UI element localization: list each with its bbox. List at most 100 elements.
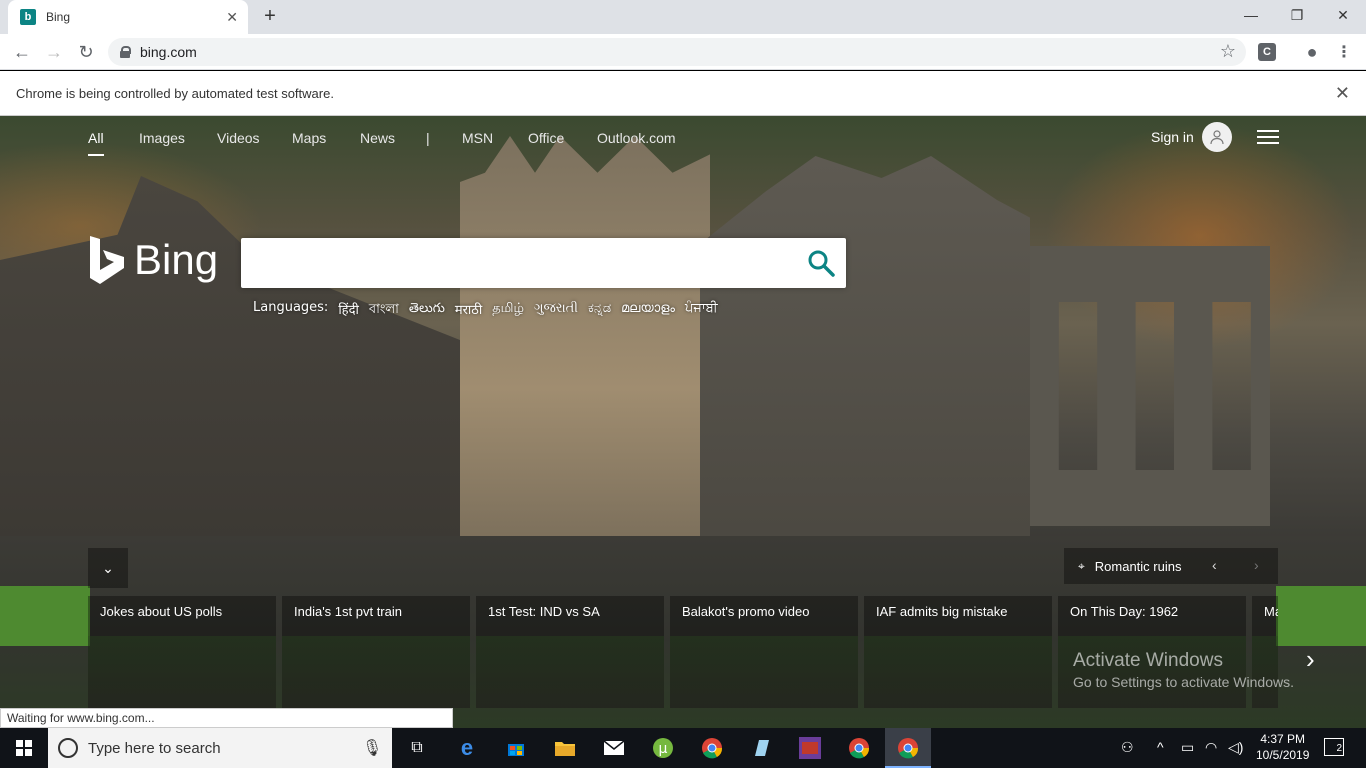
chrome-icon[interactable]: [698, 734, 726, 762]
edge-icon[interactable]: e: [453, 734, 481, 762]
nav-divider: |: [426, 130, 430, 146]
language-link[interactable]: தமிழ்: [492, 300, 524, 321]
restore-button[interactable]: ❐: [1274, 0, 1320, 30]
new-tab-button[interactable]: +: [260, 6, 280, 27]
task-view-icon[interactable]: ⧉: [403, 734, 431, 762]
news-card[interactable]: Balakot's promo video: [670, 596, 858, 708]
bing-b-icon: [90, 236, 124, 284]
volume-icon[interactable]: ◁): [1228, 739, 1243, 756]
notepad-app-icon[interactable]: [747, 734, 775, 762]
hamburger-menu-icon[interactable]: [1257, 130, 1279, 146]
chevron-down-icon: ⌄: [102, 559, 114, 576]
nav-msn[interactable]: MSN: [462, 130, 493, 146]
languages-bar: Languages: हिंदी বাংলা తెలుగు मराठी தமிழ…: [253, 300, 718, 321]
active-chrome-button[interactable]: [885, 728, 931, 768]
nav-maps[interactable]: Maps: [292, 130, 326, 146]
news-card[interactable]: India's 1st pvt train: [282, 596, 470, 708]
taskbar-search[interactable]: Type here to search 🎙: [48, 728, 392, 768]
automation-infobar: Chrome is being controlled by automated …: [0, 71, 1366, 116]
news-card-title: 1st Test: IND vs SA: [488, 604, 600, 619]
bing-top-nav: All Images Videos Maps News | MSN Office…: [0, 116, 1366, 160]
sign-in-link[interactable]: Sign in: [1151, 129, 1194, 145]
nav-images[interactable]: Images: [139, 130, 185, 146]
bookmark-star-icon[interactable]: ☆: [1220, 41, 1236, 62]
app-tile-icon[interactable]: [796, 734, 824, 762]
next-image-icon[interactable]: ›: [1254, 557, 1259, 573]
language-link[interactable]: ਪੰਜਾਬੀ: [685, 300, 718, 321]
battery-icon[interactable]: ▭: [1181, 739, 1194, 756]
nav-news[interactable]: News: [360, 130, 395, 146]
store-icon[interactable]: [502, 734, 530, 762]
news-card-title: Ma: [1264, 604, 1278, 619]
languages-label: Languages:: [253, 300, 329, 315]
chrome-icon-2[interactable]: [845, 734, 873, 762]
language-link[interactable]: हिंदी: [338, 300, 359, 321]
action-center-icon[interactable]: 2: [1324, 738, 1344, 756]
news-card-title: Jokes about US polls: [100, 604, 223, 619]
back-button[interactable]: ←: [11, 41, 33, 63]
minimize-button[interactable]: —: [1228, 0, 1274, 30]
people-icon[interactable]: ⚇: [1121, 739, 1134, 756]
lock-icon: [120, 46, 131, 58]
bing-homepage: All Images Videos Maps News | MSN Office…: [0, 116, 1366, 728]
language-link[interactable]: മലയാളം: [621, 300, 675, 321]
news-card-title: On This Day: 1962: [1070, 604, 1179, 619]
svg-text:µ: µ: [659, 741, 668, 757]
watermark-subtitle: Go to Settings to activate Windows.: [1073, 674, 1294, 690]
search-input[interactable]: [251, 248, 791, 278]
menu-kebab-icon[interactable]: ⋮: [1335, 43, 1353, 61]
news-card-title: IAF admits big mistake: [876, 604, 1008, 619]
news-card-title: India's 1st pvt train: [294, 604, 402, 619]
search-icon: [808, 250, 835, 277]
clock-date: 10/5/2019: [1256, 748, 1310, 762]
nav-videos[interactable]: Videos: [217, 130, 260, 146]
microphone-icon[interactable]: 🎙: [362, 738, 382, 758]
forward-button[interactable]: →: [43, 41, 65, 63]
previous-image-icon[interactable]: ‹: [1212, 557, 1217, 573]
language-link[interactable]: ಕನ್ನಡ: [588, 300, 611, 321]
tab-strip: b Bing ✕ + — ❐ ✕: [0, 0, 1366, 34]
reload-button[interactable]: ↻: [75, 41, 97, 63]
image-caption: Romantic ruins: [1094, 558, 1182, 574]
browser-toolbar: ← → ↻ bing.com ☆ C ● ⋮: [0, 34, 1366, 70]
user-avatar-icon[interactable]: [1202, 122, 1232, 152]
extension-icon[interactable]: C: [1258, 43, 1276, 61]
taskbar-search-placeholder: Type here to search: [88, 739, 221, 757]
chrome-active-icon: [898, 738, 919, 759]
chevron-up-icon[interactable]: ^: [1157, 739, 1164, 755]
tab-title: Bing: [46, 10, 71, 24]
infobar-close-icon[interactable]: ✕: [1335, 83, 1350, 104]
language-link[interactable]: తెలుగు: [409, 300, 445, 321]
news-next-arrow-icon[interactable]: ›: [1306, 644, 1336, 674]
news-card[interactable]: Jokes about US polls: [88, 596, 276, 708]
collapse-news-button[interactable]: ⌄: [88, 548, 128, 588]
close-window-button[interactable]: ✕: [1320, 0, 1366, 30]
news-card[interactable]: IAF admits big mistake: [864, 596, 1052, 708]
location-pin-icon: ⌖: [1078, 558, 1085, 573]
news-card[interactable]: 1st Test: IND vs SA: [476, 596, 664, 708]
language-link[interactable]: বাংলা: [369, 300, 399, 321]
tab-bing[interactable]: b Bing ✕: [8, 0, 248, 34]
profile-icon[interactable]: ●: [1303, 42, 1321, 62]
clock-time: 4:37 PM: [1260, 732, 1306, 746]
search-button[interactable]: [806, 248, 836, 278]
language-link[interactable]: ગુજરાતી: [534, 300, 578, 321]
wifi-icon[interactable]: ◠: [1205, 739, 1217, 756]
utorrent-icon[interactable]: µ: [649, 734, 677, 762]
taskbar-clock[interactable]: 4:37 PM 10/5/2019: [1256, 731, 1309, 763]
address-bar[interactable]: bing.com ☆: [108, 38, 1246, 66]
tab-close-icon[interactable]: ✕: [226, 9, 238, 26]
nav-office[interactable]: Office: [528, 130, 564, 146]
search-box: [241, 238, 846, 288]
mail-icon[interactable]: [600, 734, 628, 762]
news-card-title: Balakot's promo video: [682, 604, 810, 619]
language-link[interactable]: मराठी: [455, 300, 482, 321]
nav-all[interactable]: All: [88, 130, 104, 156]
bing-logo-text: Bing: [134, 236, 219, 283]
file-explorer-icon[interactable]: [551, 734, 579, 762]
watermark-title: Activate Windows: [1073, 650, 1223, 671]
nav-outlook[interactable]: Outlook.com: [597, 130, 676, 146]
browser-status-bubble: Waiting for www.bing.com...: [0, 708, 453, 728]
image-info-chip[interactable]: ⌖ Romantic ruins ‹ ›: [1064, 548, 1278, 584]
start-button[interactable]: [0, 728, 48, 768]
